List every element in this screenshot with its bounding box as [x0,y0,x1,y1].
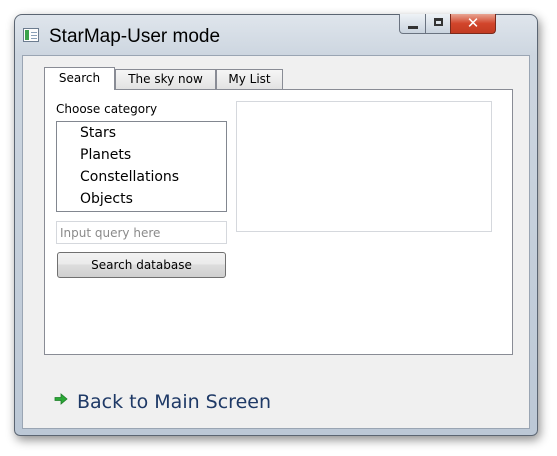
category-item-objects[interactable]: Objects [80,191,133,207]
query-input[interactable] [56,221,227,244]
close-button[interactable]: ✕ [450,14,496,34]
back-to-main-label: Back to Main Screen [77,391,271,413]
app-window: StarMap-User mode ✕ Search The sky now M… [14,14,538,436]
category-list[interactable]: Stars Planets Constellations Objects [56,121,227,212]
results-box[interactable] [236,101,492,232]
maximize-button[interactable] [425,14,451,34]
window-client-area: Search The sky now My List Choose catego… [22,55,530,429]
tab-my-list[interactable]: My List [216,69,283,89]
category-item-planets[interactable]: Planets [80,147,131,163]
search-database-button[interactable]: Search database [57,252,226,278]
green-arrow-right-icon [54,393,68,405]
minimize-icon [408,26,418,29]
tab-the-sky-now[interactable]: The sky now [115,69,216,89]
window-title: StarMap-User mode [49,26,221,47]
category-item-stars[interactable]: Stars [80,125,116,141]
title-bar[interactable]: StarMap-User mode ✕ [15,14,537,55]
minimize-button[interactable] [399,14,426,34]
search-tab-panel: Choose category Stars Planets Constellat… [44,89,513,355]
close-icon: ✕ [466,14,480,32]
category-label: Choose category [56,102,158,116]
tab-search[interactable]: Search [44,67,115,90]
maximize-icon [434,18,443,26]
app-icon [23,28,39,42]
category-item-constellations[interactable]: Constellations [80,169,179,185]
